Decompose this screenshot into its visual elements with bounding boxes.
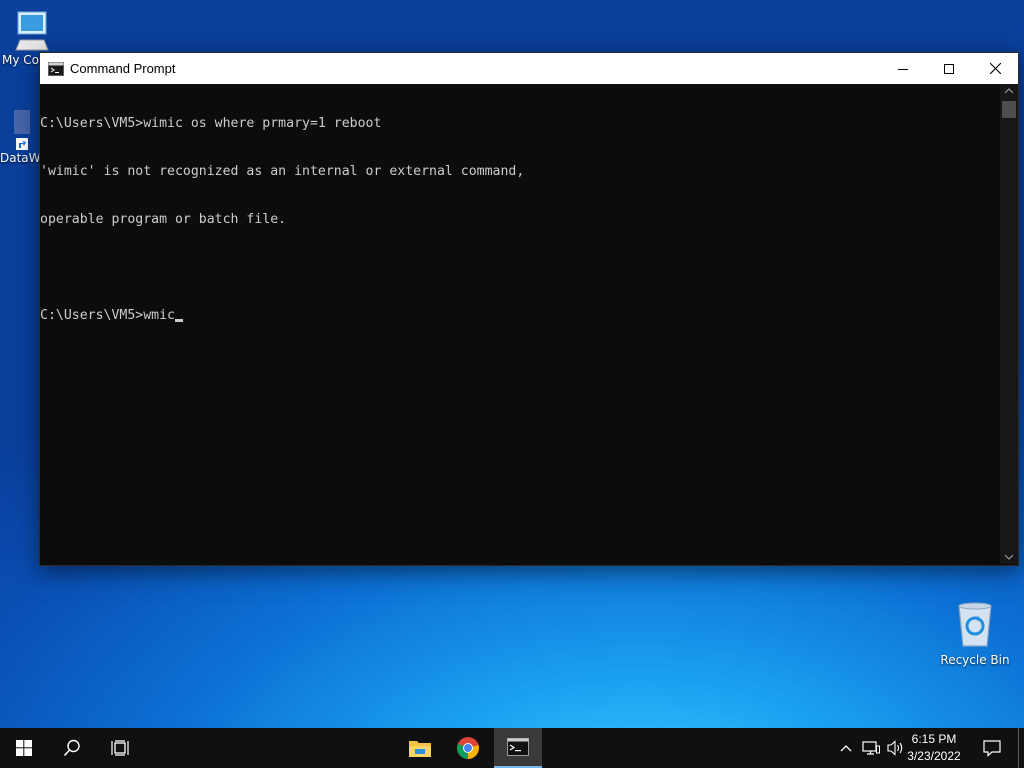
close-icon — [989, 63, 1001, 74]
command-prompt-icon — [507, 738, 529, 756]
network-button[interactable] — [858, 728, 884, 768]
start-button[interactable] — [0, 728, 48, 768]
network-icon — [862, 741, 880, 755]
command-prompt-window[interactable]: Command Prompt C:\Users\VM5>wimic os whe… — [39, 52, 1019, 566]
maximize-button[interactable] — [926, 53, 972, 84]
desktop-icon-dataw[interactable]: DataW — [0, 108, 44, 165]
taskbar-command-prompt[interactable] — [494, 728, 542, 768]
console-line: 'wimic' is not recognized as an internal… — [40, 164, 525, 179]
scroll-up-icon[interactable] — [1000, 84, 1018, 98]
vertical-scrollbar[interactable] — [1000, 84, 1018, 564]
console-line: C:\Users\VM5>wmic — [40, 308, 175, 323]
title-bar[interactable]: Command Prompt — [40, 53, 1018, 84]
file-explorer-icon — [409, 741, 431, 757]
notification-icon — [983, 740, 1001, 757]
desktop-icon-label: DataW — [0, 151, 41, 165]
show-hidden-icons-button[interactable] — [834, 728, 858, 768]
recycle-bin-icon — [958, 602, 992, 647]
computer-icon — [15, 11, 49, 51]
start-icon — [16, 740, 32, 756]
chrome-icon — [456, 737, 479, 760]
task-view-button[interactable] — [96, 728, 144, 768]
show-desktop-button[interactable] — [1018, 728, 1024, 768]
maximize-icon — [944, 63, 954, 74]
clock-date: 3/23/2022 — [907, 749, 961, 763]
scroll-thumb[interactable] — [1002, 101, 1016, 118]
minimize-icon — [898, 68, 908, 70]
close-button[interactable] — [972, 53, 1018, 84]
chevron-up-icon — [840, 745, 852, 752]
taskbar-chrome[interactable] — [444, 728, 492, 768]
taskbar: 6:15 PM 3/23/2022 — [0, 728, 1024, 768]
clock[interactable]: 6:15 PM 3/23/2022 — [902, 731, 966, 765]
console-prompt-line: C:\Users\VM5>wmic — [40, 308, 998, 324]
search-button[interactable] — [48, 728, 96, 768]
command-prompt-icon — [48, 61, 64, 76]
console-output[interactable]: C:\Users\VM5>wimic os where prmary=1 reb… — [40, 84, 998, 564]
text-cursor — [174, 319, 183, 322]
console-line: C:\Users\VM5>wimic os where prmary=1 reb… — [40, 116, 382, 131]
scroll-down-icon[interactable] — [1000, 550, 1018, 564]
desktop-icon-recycle-bin[interactable]: Recycle Bin — [938, 600, 1012, 667]
search-icon — [63, 739, 80, 757]
desktop-icon-label: Recycle Bin — [940, 653, 1010, 667]
shortcut-icon — [14, 110, 30, 150]
clock-time: 6:15 PM — [911, 732, 957, 746]
task-view-icon — [111, 740, 129, 756]
window-title: Command Prompt — [70, 61, 176, 76]
minimize-button[interactable] — [880, 53, 926, 84]
console-line: operable program or batch file. — [40, 212, 287, 227]
action-center-button[interactable] — [968, 728, 1016, 768]
taskbar-file-explorer[interactable] — [396, 728, 444, 768]
